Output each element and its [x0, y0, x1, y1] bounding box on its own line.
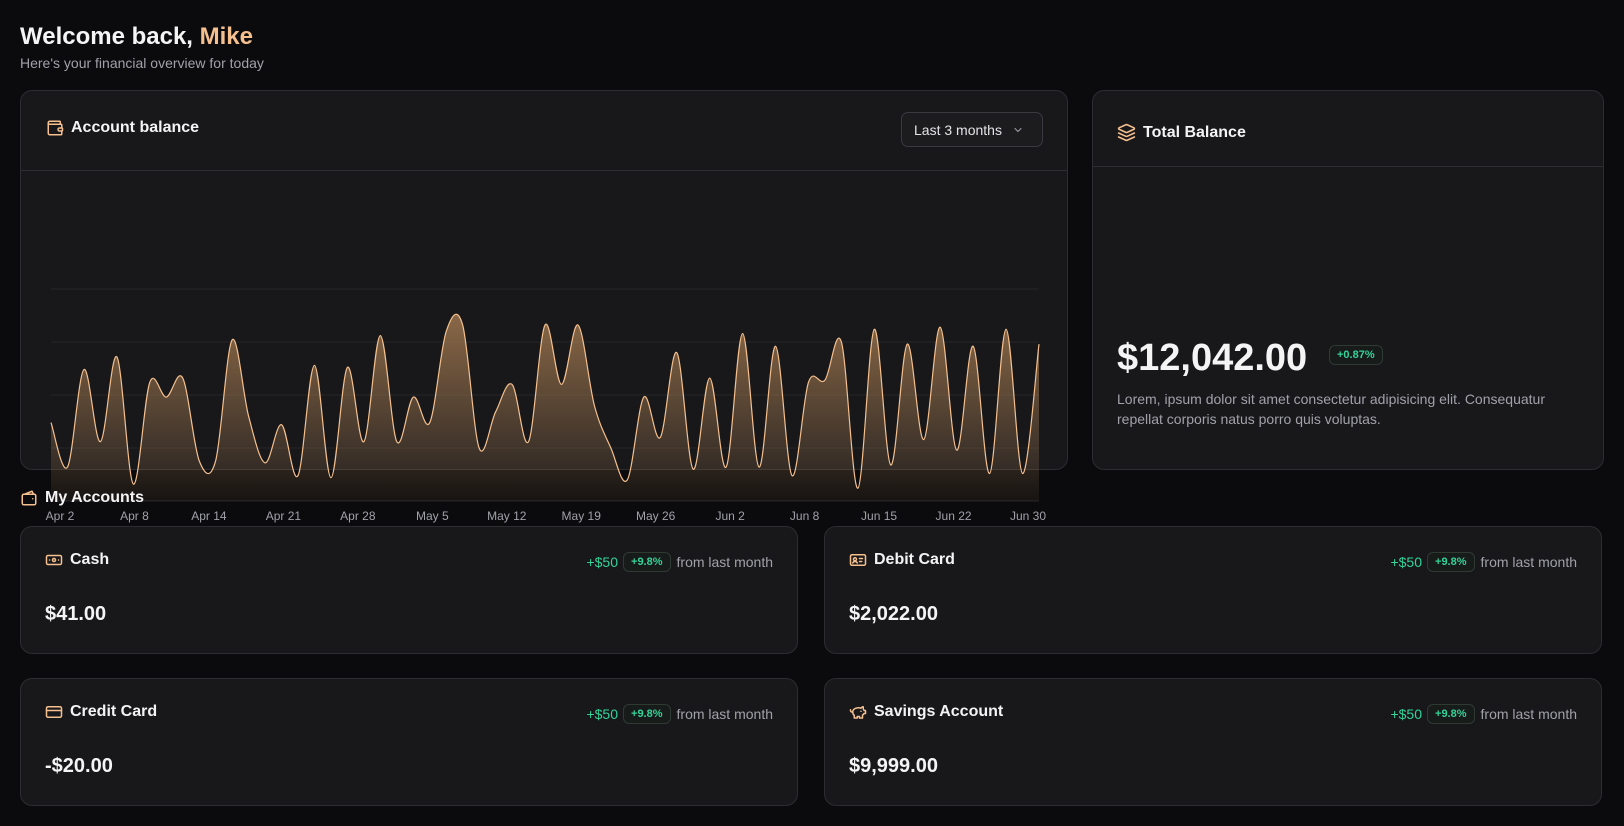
account-balance-card: Account balance Last 3 months Apr 2 Apr 8… — [20, 90, 1068, 523]
x-tick-label: May 26 — [636, 509, 676, 523]
account-amount: -$20.00 — [45, 755, 113, 777]
account-change: +$50 +9.8% from last month — [1390, 704, 1577, 724]
x-tick-label: Jun 2 — [715, 509, 745, 523]
change-amount: +$50 — [586, 706, 619, 722]
x-tick-label: Apr 21 — [266, 509, 302, 523]
change-amount: +$50 — [1390, 706, 1423, 722]
change-period-label: from last month — [1480, 554, 1577, 570]
change-amount: +$50 — [1390, 554, 1423, 570]
account-change: +$50 +9.8% from last month — [586, 704, 773, 724]
account-change: +$50 +9.8% from last month — [1390, 552, 1577, 572]
account-card-credit-card[interactable]: Credit Card +$50 +9.8% from last month -… — [20, 678, 798, 806]
my-accounts-title: My Accounts — [45, 489, 144, 506]
account-name: Credit Card — [70, 703, 158, 720]
total-balance-title: Total Balance — [1143, 123, 1246, 141]
account-name: Debit Card — [874, 551, 955, 568]
account-name: Cash — [70, 551, 110, 568]
change-percent-badge: +9.8% — [623, 552, 671, 572]
page-subtitle: Here's your financial overview for today — [20, 55, 264, 71]
x-tick-label: May 5 — [416, 509, 449, 523]
layers-icon — [1117, 123, 1136, 142]
x-tick-label: Jun 30 — [1010, 509, 1046, 523]
total-balance-description: Lorem, ipsum dolor sit amet consectetur … — [1117, 391, 1545, 427]
x-tick-label: Jun 8 — [790, 509, 820, 523]
my-accounts-heading: My Accounts — [20, 489, 144, 507]
id-card-icon — [849, 554, 867, 566]
account-card-header: Debit Card — [849, 551, 955, 569]
account-name: Savings Account — [874, 703, 1004, 720]
card-divider — [21, 170, 1067, 171]
banknote-icon — [45, 554, 63, 566]
account-amount: $2,022.00 — [849, 603, 938, 625]
account-card-header: Savings Account — [849, 703, 1003, 721]
date-range-select[interactable]: Last 3 months — [901, 112, 1043, 147]
account-card-debit-card[interactable]: Debit Card +$50 +9.8% from last month $2… — [824, 526, 1602, 654]
credit-card-icon — [45, 706, 63, 718]
change-percent-badge: +9.8% — [1427, 552, 1475, 572]
account-card-header: Cash — [45, 551, 109, 569]
account-balance-header: Account balance — [46, 119, 199, 137]
card-divider — [1093, 166, 1603, 167]
welcome-prefix: Welcome back, — [20, 23, 193, 50]
piggy-bank-icon — [849, 706, 867, 719]
account-card-header: Credit Card — [45, 703, 157, 721]
wallet-cards-icon — [21, 490, 37, 506]
change-period-label: from last month — [676, 554, 773, 570]
total-balance-amount: $12,042.00 — [1117, 337, 1308, 379]
account-amount: $41.00 — [45, 603, 107, 625]
x-tick-label: Apr 2 — [46, 509, 75, 523]
x-tick-label: Jun 15 — [861, 509, 897, 523]
welcome-heading: Welcome back, Mike — [20, 22, 264, 52]
x-tick-label: May 12 — [487, 509, 527, 523]
x-tick-label: Apr 8 — [120, 509, 149, 523]
total-change-badge: +0.87% — [1329, 345, 1383, 365]
x-tick-label: Jun 22 — [936, 509, 972, 523]
change-period-label: from last month — [676, 706, 773, 722]
date-range-label: Last 3 months — [914, 121, 1002, 138]
change-period-label: from last month — [1480, 706, 1577, 722]
total-balance-card: Total Balance $12,042.00 +0.87% Lorem, i… — [1092, 90, 1604, 470]
change-percent-badge: +9.8% — [1427, 704, 1475, 724]
user-name: Mike — [199, 23, 253, 50]
page-header: Welcome back, Mike Here's your financial… — [20, 22, 264, 71]
balance-area-chart: Apr 2 Apr 8 Apr 14 Apr 21 Apr 28 May 5 May 12 M… — [46, 288, 1046, 523]
total-balance-header: Total Balance — [1117, 123, 1246, 142]
chevron-down-icon — [1014, 127, 1022, 132]
account-balance-title: Account balance — [71, 119, 200, 136]
account-card-cash[interactable]: Cash +$50 +9.8% from last month $41.00 — [20, 526, 798, 654]
change-amount: +$50 — [586, 554, 619, 570]
x-tick-label: Apr 28 — [340, 509, 376, 523]
wallet-icon — [47, 120, 64, 136]
x-tick-label: May 19 — [562, 509, 602, 523]
x-tick-label: Apr 14 — [191, 509, 227, 523]
account-card-savings-account[interactable]: Savings Account +$50 +9.8% from last mon… — [824, 678, 1602, 806]
account-amount: $9,999.00 — [849, 755, 938, 777]
account-change: +$50 +9.8% from last month — [586, 552, 773, 572]
change-percent-badge: +9.8% — [623, 704, 671, 724]
